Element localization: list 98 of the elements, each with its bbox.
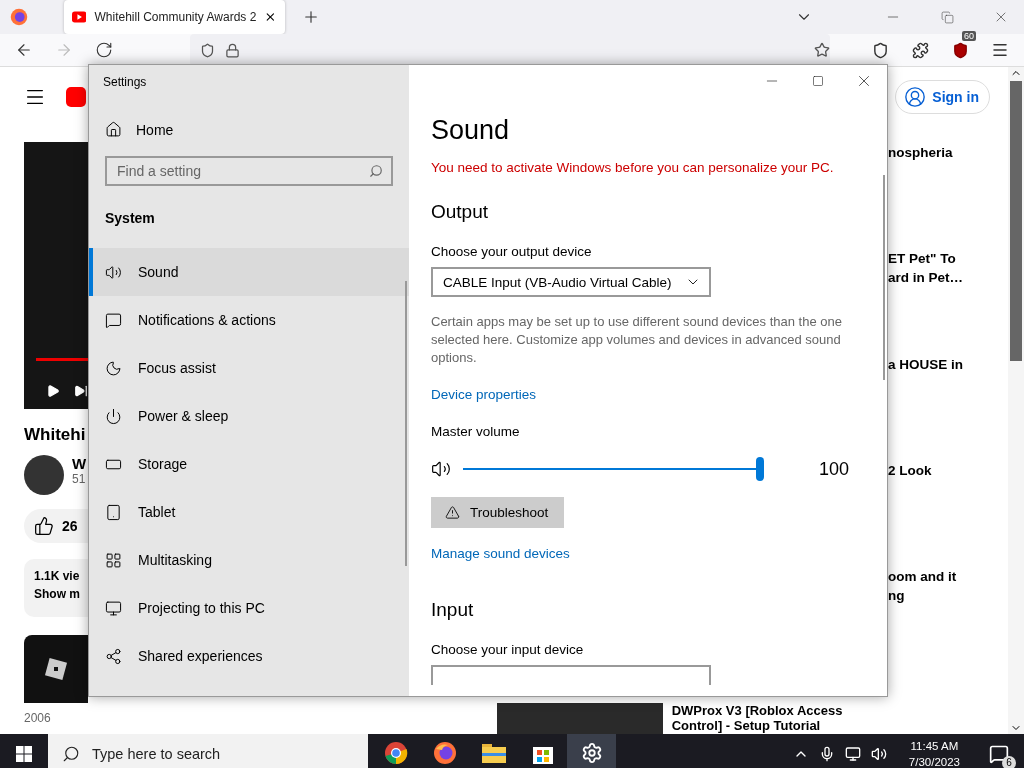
reload-icon[interactable] (95, 41, 113, 59)
power-icon (105, 407, 122, 425)
home-link[interactable]: Home (89, 97, 409, 138)
field-label: Choose your input device (431, 642, 584, 657)
nav-item[interactable]: Projecting to this PC (89, 584, 409, 632)
video-title[interactable]: 2 Look (888, 463, 1008, 478)
like-button[interactable]: 26 (24, 509, 88, 543)
multitasking-icon (105, 551, 122, 569)
lock-icon (225, 42, 240, 58)
video-title[interactable]: a HOUSE in (888, 357, 1008, 372)
channel-name[interactable]: W (72, 455, 87, 472)
video-title[interactable]: nospheria (888, 145, 1008, 160)
video-title[interactable]: DWProx V3 [Roblox Access (671, 703, 843, 718)
shield-icon (951, 41, 969, 59)
search-icon (62, 745, 80, 763)
nav-item[interactable]: Notifications & actions (89, 296, 409, 344)
scrollbar[interactable] (1008, 67, 1024, 734)
clock[interactable]: 11:45 AM 7/30/2023 (908, 738, 960, 768)
volume-reading: 100 (819, 458, 850, 480)
notification-count: 6 (1002, 756, 1016, 768)
youtube-icon (72, 11, 87, 23)
windows-icon (16, 746, 32, 762)
address-bar[interactable] (190, 34, 830, 66)
field-label: Choose your output device (431, 244, 592, 259)
menu-icon[interactable] (991, 41, 1009, 59)
search-placeholder: Type here to search (92, 746, 221, 762)
nav-item[interactable]: Storage (89, 440, 409, 488)
video-title[interactable]: ard in Pet… (888, 270, 1008, 285)
output-device-dropdown[interactable]: CABLE Input (VB-Audio Virtual Cable) (431, 267, 711, 297)
nav-item[interactable]: Tablet (89, 488, 409, 536)
video-title: Whitehi (24, 425, 86, 445)
scrollbar-thumb[interactable] (1010, 81, 1022, 361)
input-device-dropdown[interactable] (431, 665, 711, 685)
progress-bar[interactable] (36, 355, 88, 364)
nav-item[interactable]: Power & sleep (89, 392, 409, 440)
settings-icon (580, 742, 603, 764)
share-icon (105, 647, 122, 665)
section-heading: Input (431, 599, 474, 621)
field-label: Master volume (431, 424, 520, 439)
warning-icon (445, 505, 460, 520)
maximize-icon[interactable] (812, 75, 824, 87)
description-text: Certain apps may be set up to use different sound devices than the one selected here. Customize app volumes and devices in advanced sound options. (431, 313, 843, 367)
moon-icon (105, 359, 122, 377)
taskbar-app-button[interactable] (567, 734, 616, 768)
nav-item[interactable]: Multitasking (89, 536, 409, 584)
nav-item[interactable]: Shared experiences (89, 632, 409, 680)
description-box[interactable]: 1.1K vie Show m (24, 559, 88, 617)
network-icon[interactable] (844, 746, 861, 762)
description-text: Show m (34, 587, 80, 601)
extensions-icon[interactable] (911, 41, 929, 59)
user-icon (904, 86, 927, 108)
page-title: Sound (431, 115, 510, 146)
subscriber-count: 51 (72, 472, 86, 486)
section-heading: System (104, 209, 156, 226)
window-title: Settings (102, 74, 148, 91)
folder-icon (480, 742, 507, 764)
nav-item[interactable]: Focus assist (89, 344, 409, 392)
video-thumbnail[interactable] (496, 703, 663, 734)
bookmark-star-icon[interactable] (814, 42, 830, 58)
firefox-icon (432, 741, 457, 765)
slider-thumb[interactable] (756, 457, 764, 481)
video-title[interactable]: ET Pet" To (888, 251, 1008, 266)
taskbar-search-field[interactable]: Type here to search (48, 734, 368, 768)
tablet-icon (105, 503, 122, 521)
extension-badge: 60 (962, 31, 976, 41)
device-properties-link[interactable]: Device properties (431, 387, 537, 402)
monitor-icon (105, 599, 122, 617)
search-field[interactable]: Find a setting (105, 156, 393, 186)
description-text: 1.1K vie (34, 569, 80, 583)
browser-tab[interactable]: Whitehill Community Awards 2 (64, 0, 285, 34)
video-title[interactable]: ng (888, 588, 1008, 603)
video-date: 2006 (24, 711, 51, 725)
play-icon[interactable] (46, 383, 60, 399)
message-icon (105, 311, 122, 329)
shield-icon (200, 42, 215, 58)
speaker-icon[interactable] (870, 746, 887, 762)
search-icon (369, 164, 383, 178)
close-icon[interactable] (264, 10, 277, 24)
manage-devices-link[interactable]: Manage sound devices (431, 546, 570, 561)
section-heading: Output (431, 201, 489, 223)
new-tab-icon[interactable] (302, 8, 320, 26)
next-icon[interactable] (74, 383, 88, 399)
chrome-icon (383, 741, 408, 765)
speaker-icon (105, 263, 122, 281)
nav-item[interactable]: Sound (89, 248, 409, 296)
video-title[interactable]: oom and it (888, 569, 1008, 584)
speaker-icon[interactable] (431, 459, 451, 479)
activation-warning: You need to activate Windows before you can personalize your PC. (431, 160, 834, 175)
back-icon[interactable] (15, 41, 33, 59)
video-thumbnail[interactable] (24, 635, 88, 703)
youtube-logo[interactable] (66, 87, 86, 107)
notification-button[interactable]: 6 (982, 737, 1016, 768)
channel-avatar[interactable] (24, 455, 64, 495)
video-title[interactable]: Control] - Setup Tutorial (671, 718, 843, 733)
thumbs-up-icon (34, 516, 54, 536)
troubleshoot-button[interactable]: Troubleshoot (431, 497, 565, 528)
home-icon (105, 121, 122, 138)
firefox-icon[interactable] (10, 8, 28, 26)
